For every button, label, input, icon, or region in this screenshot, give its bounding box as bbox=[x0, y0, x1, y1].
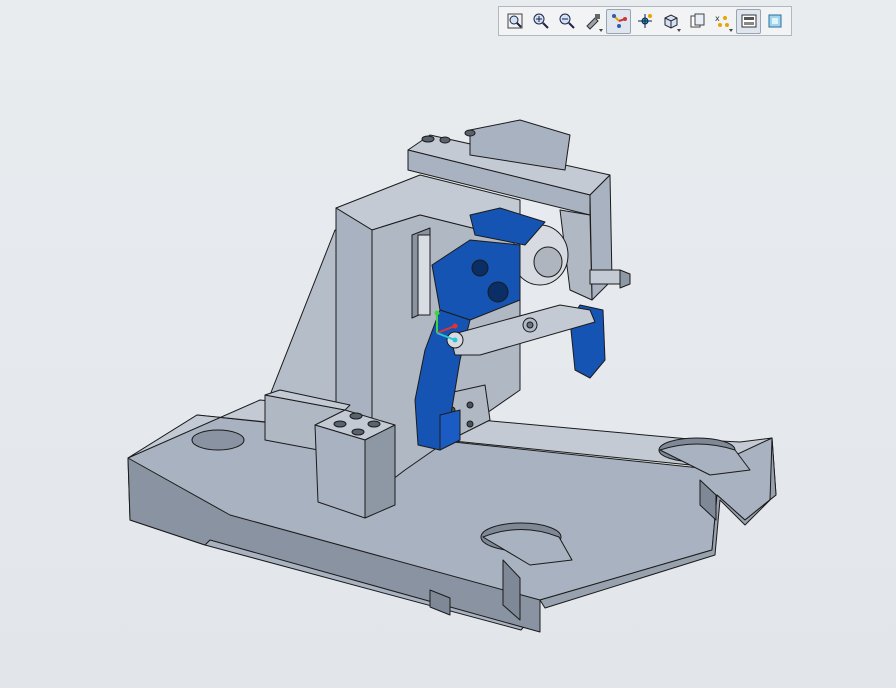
fixture-assembly-model[interactable] bbox=[0, 0, 896, 688]
model-viewport[interactable] bbox=[0, 0, 896, 688]
locating-block[interactable] bbox=[314, 409, 396, 519]
